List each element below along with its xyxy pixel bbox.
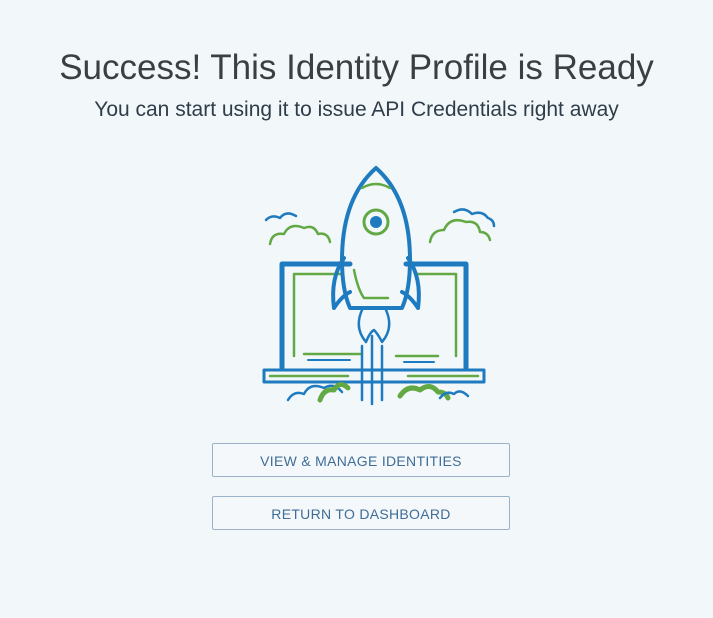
laptop-screen-outer [279,261,469,371]
page-subtitle: You can start using it to issue API Cred… [94,98,619,121]
laptop-screen-inner [292,272,458,358]
smoke-icon [286,382,470,403]
cloud-right-icon [428,208,496,244]
rocket-icon [331,166,421,310]
rocket-launch-laptop-icon [262,166,496,406]
flame-icon [357,308,391,344]
view-manage-identities-button[interactable]: VIEW & MANAGE IDENTITIES [212,443,510,477]
cloud-left-icon [264,212,332,246]
return-to-dashboard-button[interactable]: RETURN TO DASHBOARD [212,496,510,530]
success-page: Success! This Identity Profile is Ready … [0,0,713,618]
page-title: Success! This Identity Profile is Ready [59,48,654,87]
